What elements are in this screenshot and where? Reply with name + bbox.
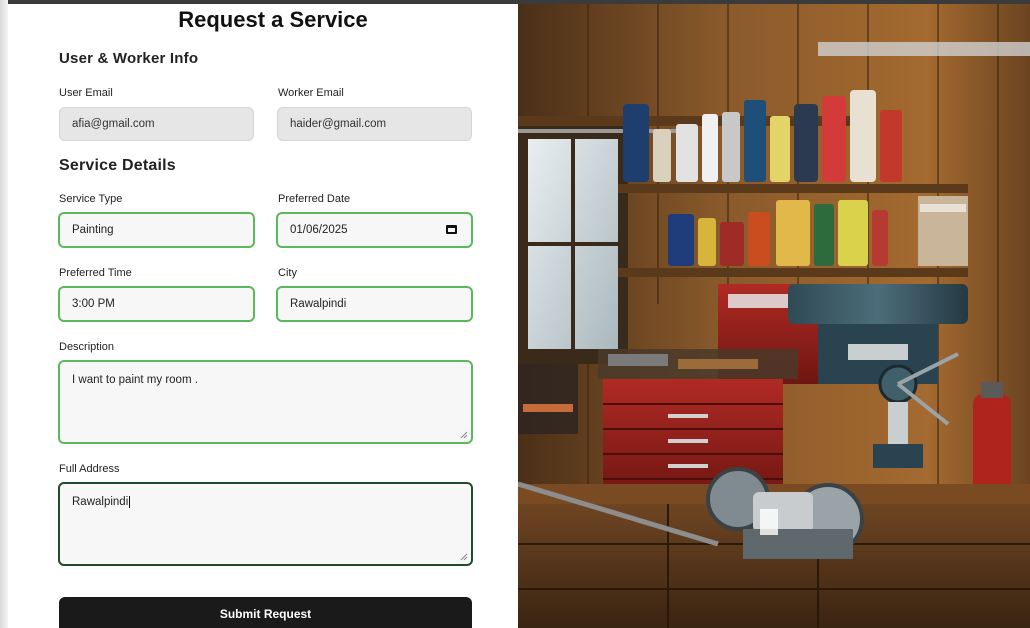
description-textarea[interactable]: I want to paint my room . [58,360,473,444]
preferred-time-label: Preferred Time [59,267,132,279]
city-value: Rawalpindi [290,298,347,310]
user-email-field[interactable]: afia@gmail.com [59,107,254,141]
left-edge-shadow [0,0,8,628]
full-address-textarea[interactable]: Rawalpindi [58,482,473,566]
submit-request-button[interactable]: Submit Request [59,597,472,628]
resize-grip-icon[interactable] [460,553,468,561]
text-cursor [129,496,131,508]
section-title-user-worker: User & Worker Info [59,50,199,67]
service-type-input[interactable]: Painting [58,212,255,248]
page: Request a Service User & Worker Info Use… [0,0,1030,628]
city-label: City [278,267,297,279]
service-type-value: Painting [72,224,114,236]
preferred-date-label: Preferred Date [278,193,351,205]
workshop-illustration [518,4,1030,628]
city-input[interactable]: Rawalpindi [276,286,473,322]
full-address-label: Full Address [59,463,120,475]
preferred-time-input[interactable]: 3:00 PM [58,286,255,322]
calendar-icon[interactable] [446,225,457,234]
worker-email-value: haider@gmail.com [290,118,387,130]
description-value: I want to paint my room . [72,374,198,386]
service-type-label: Service Type [59,193,123,205]
user-email-value: afia@gmail.com [72,118,155,130]
section-title-service-details: Service Details [59,157,176,174]
full-address-value: Rawalpindi [72,496,129,508]
resize-grip-icon[interactable] [460,431,468,439]
form-title: Request a Service [178,7,368,32]
service-request-form: Request a Service User & Worker Info Use… [8,4,518,628]
description-label: Description [59,341,115,353]
preferred-time-value: 3:00 PM [72,298,115,310]
preferred-date-value: 01/06/2025 [290,224,348,236]
user-email-label: User Email [59,87,113,99]
preferred-date-input[interactable]: 01/06/2025 [276,212,473,248]
worker-email-field[interactable]: haider@gmail.com [277,107,472,141]
worker-email-label: Worker Email [278,87,344,99]
workshop-image [518,4,1030,628]
